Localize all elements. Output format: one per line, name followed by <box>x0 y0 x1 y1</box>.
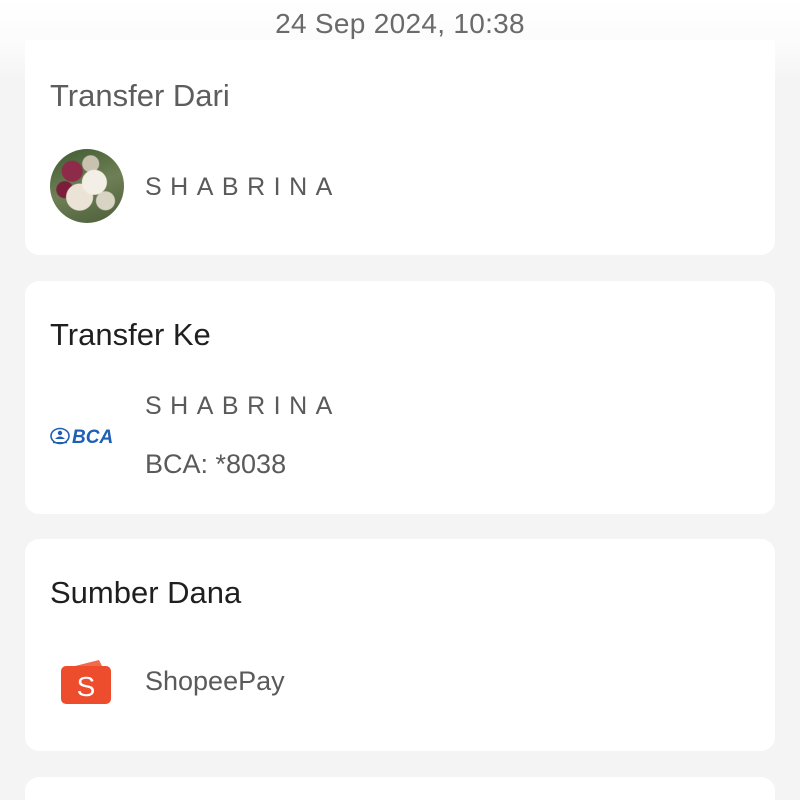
transaction-timestamp: 24 Sep 2024, 10:38 <box>275 8 525 39</box>
recipient-name: SHABRINA <box>145 392 341 420</box>
svg-text:S: S <box>77 671 96 702</box>
bca-logo-text: BCA <box>72 427 113 448</box>
sender-avatar <box>50 149 124 223</box>
transfer-from-title: Transfer Dari <box>50 78 230 113</box>
payment-method: ShopeePay <box>145 666 285 696</box>
transfer-to-title: Transfer Ke <box>50 317 211 352</box>
source-of-funds-card: Sumber Dana S ShopeePay <box>25 539 775 751</box>
shopeepay-wallet-icon: S <box>61 660 111 704</box>
source-of-funds-title: Sumber Dana <box>50 575 242 610</box>
sender-name: SHABRINA <box>145 173 341 201</box>
bca-logo-icon: BCA <box>50 427 113 448</box>
transfer-to-card: Transfer Ke BCA SHABRINA BCA: *8038 <box>25 281 775 514</box>
transfer-from-card: Transfer Dari SHABRINA <box>25 40 775 255</box>
recipient-account: BCA: *8038 <box>145 449 287 479</box>
next-card <box>25 777 775 800</box>
